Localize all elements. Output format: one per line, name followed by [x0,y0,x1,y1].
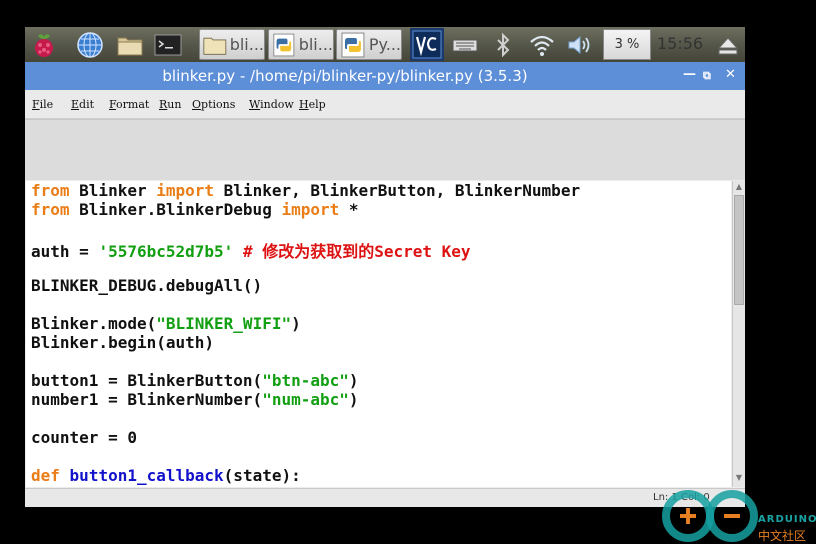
minimize-icon[interactable]: — [683,67,696,82]
keyboard-icon[interactable] [450,30,480,60]
menu-options[interactable]: Options [192,98,235,111]
menu-format[interactable]: Format [109,98,149,111]
eject-icon[interactable] [713,30,743,60]
status-bar: Ln: 1 Col: 0 [25,488,745,507]
clock[interactable]: 15:56 [657,34,703,53]
code-line: BLINKER_DEBUG.debugAll() [31,276,263,295]
window-title: blinker.py - /home/pi/blinker-py/blinker… [162,67,528,85]
code-line: auth = '5576bc52d7b5' # 修改为获取到的Secret Ke… [31,242,471,261]
idle-editor-window: blinker.py - /home/pi/blinker-py/blinker… [25,62,745,507]
taskbar-window-button-1[interactable]: bli... [199,29,265,60]
raspberry-menu-icon[interactable] [29,30,59,60]
menu-run[interactable]: Run [159,98,181,111]
folder-icon [203,37,227,55]
vertical-scrollbar[interactable]: ▲ ▼ [732,181,745,487]
code-line: counter = 0 [31,428,137,447]
taskbar-window-label: bli... [229,35,264,54]
bluetooth-icon[interactable] [488,30,518,60]
maximize-icon[interactable]: ⧉ [703,69,711,83]
menu-edit[interactable]: Edit [71,98,94,111]
watermark-word: ARDUINO [758,514,816,525]
code-line: from Blinker.BlinkerDebug import * [31,200,359,219]
menu-help[interactable]: Help [299,98,326,111]
watermark-cn: 中文社区 [758,529,807,543]
taskbar-window-button-3[interactable]: Py... [336,29,402,60]
scroll-up-icon[interactable]: ▲ [734,182,744,194]
menu-bar: File Edit Format Run Options Window Help [25,90,745,119]
terminal-icon[interactable] [153,30,183,60]
python-icon [341,32,365,57]
code-line: Blinker.begin(auth) [31,333,215,352]
wifi-icon[interactable] [527,30,557,60]
volume-icon[interactable] [565,30,595,60]
code-line: Blinker.mode("BLINKER_WIFI") [31,314,301,333]
code-line: button1 = BlinkerButton("btn-abc") [31,371,359,390]
file-manager-icon[interactable] [115,30,145,60]
taskbar: bli... bli... Py... 3 % 15:56 [25,27,745,62]
web-browser-icon[interactable] [75,30,105,60]
arduino-cn-watermark: ARDUINO 中文社区 [660,478,816,544]
window-titlebar[interactable]: blinker.py - /home/pi/blinker-py/blinker… [25,62,745,90]
code-line: from Blinker import Blinker, BlinkerButt… [31,181,581,200]
scrollbar-thumb[interactable] [734,195,744,305]
menu-file[interactable]: File [32,98,53,111]
close-icon[interactable]: ✕ [725,67,736,82]
cpu-usage-indicator[interactable]: 3 % [603,29,651,60]
vnc-icon[interactable] [410,28,444,61]
code-line: def button1_callback(state): [31,466,301,485]
code-editor[interactable]: from Blinker import Blinker, BlinkerButt… [26,181,731,487]
python-icon [273,33,295,56]
arduino-logo-icon [662,490,758,542]
menu-window[interactable]: Window [249,98,294,111]
taskbar-window-button-2[interactable]: bli... [268,29,334,60]
taskbar-window-label: Py... [368,35,401,54]
toolbar-area [25,119,745,180]
taskbar-window-label: bli... [298,35,333,54]
code-line: number1 = BlinkerNumber("num-abc") [31,390,359,409]
